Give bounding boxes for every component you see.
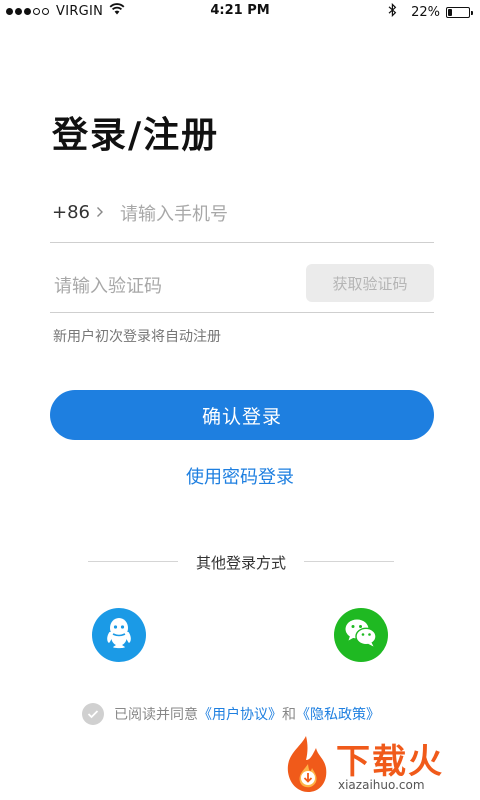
divider-line <box>304 561 394 562</box>
other-login-label: 其他登录方式 <box>195 554 286 572</box>
verification-code-row: 获取验证码 <box>50 260 434 313</box>
country-code: +86 <box>52 202 90 223</box>
watermark: 下载火 xiazaihuo.com <box>274 734 474 796</box>
watermark-domain: xiazaihuo.com <box>338 778 425 792</box>
agreement-row: 已阅读并同意 《用户协议》 和 《隐私政策》 <box>82 703 380 725</box>
check-icon <box>87 710 99 719</box>
agreement-checkbox[interactable] <box>82 703 104 725</box>
wechat-icon <box>344 618 378 652</box>
battery-fill <box>448 8 452 16</box>
privacy-policy-link[interactable]: 《隐私政策》 <box>296 704 380 724</box>
user-agreement-link[interactable]: 《用户协议》 <box>198 704 282 724</box>
password-login-link[interactable]: 使用密码登录 <box>0 463 480 489</box>
battery-percent: 22% <box>411 4 440 20</box>
country-code-selector[interactable]: +86 <box>52 202 104 223</box>
wechat-login-button[interactable] <box>334 608 388 662</box>
confirm-login-button[interactable]: 确认登录 <box>50 390 434 440</box>
qq-login-button[interactable] <box>92 608 146 662</box>
phone-number-input[interactable] <box>118 198 422 230</box>
agreement-and: 和 <box>282 707 296 723</box>
phone-field-row: +86 <box>50 190 434 243</box>
other-login-divider: 其他登录方式 <box>88 550 394 574</box>
status-bar: VIRGIN 4:21 PM 22% <box>0 0 480 22</box>
get-code-button[interactable]: 获取验证码 <box>306 264 434 302</box>
flame-logo-icon <box>287 736 327 792</box>
chevron-right-icon <box>96 202 104 223</box>
page-title: 登录/注册 <box>52 115 220 156</box>
verification-code-input[interactable] <box>52 270 296 302</box>
qq-icon <box>104 616 134 654</box>
status-bar-right: 22% <box>388 2 473 21</box>
auto-register-hint: 新用户初次登录将自动注册 <box>53 329 221 345</box>
battery-icon <box>446 6 473 18</box>
battery-nub <box>471 10 473 15</box>
agreement-prefix: 已阅读并同意 <box>114 707 198 723</box>
watermark-brand: 下载火 <box>336 742 444 782</box>
bluetooth-icon <box>388 2 397 21</box>
